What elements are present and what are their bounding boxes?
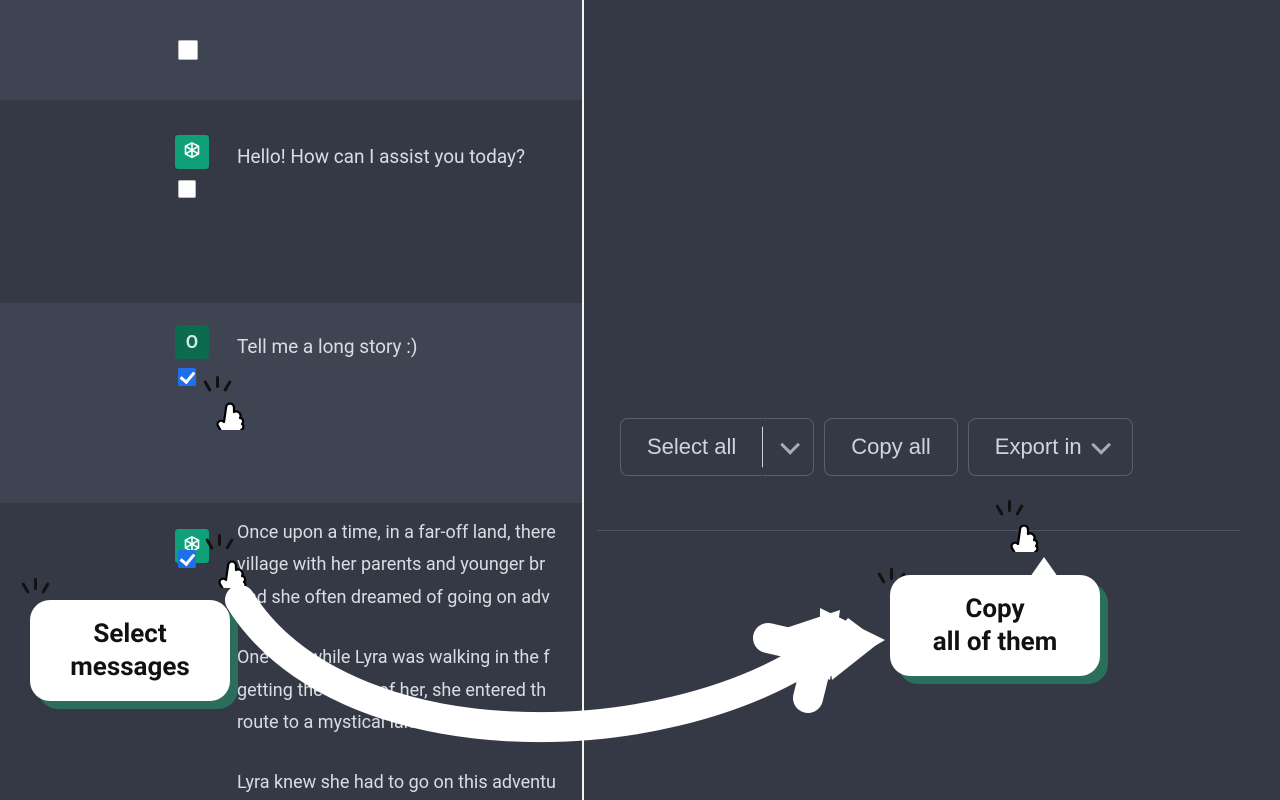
hand-click-icon xyxy=(212,390,252,430)
user-avatar-letter: O xyxy=(186,332,198,353)
message-text: Hello! How can I assist you today? xyxy=(237,140,572,174)
annotation-text: messages xyxy=(56,651,204,684)
select-all-button[interactable]: Select all xyxy=(620,418,762,476)
message-block xyxy=(0,0,582,100)
annotation-bubble-select: Select messages xyxy=(30,600,230,701)
message-paragraph: One day, while Lyra was walking in the f… xyxy=(237,642,572,739)
copy-all-label: Copy all xyxy=(851,434,930,460)
chevron-down-icon xyxy=(1091,435,1111,455)
selection-toolbar: Select all Copy all Export in xyxy=(620,418,1133,476)
select-all-label: Select all xyxy=(647,434,736,460)
panel-divider xyxy=(582,0,584,800)
annotation-text: Select xyxy=(56,618,204,651)
hand-click-icon xyxy=(1006,512,1046,552)
openai-knot-icon xyxy=(179,139,205,165)
select-all-dropdown[interactable] xyxy=(763,418,814,476)
annotation-text: Copy xyxy=(916,593,1074,626)
actions-panel xyxy=(582,0,1280,800)
export-in-label: Export in xyxy=(995,434,1082,460)
message-paragraph: Lyra knew she had to go on this adventu xyxy=(237,767,572,799)
annotation-text: all of them xyxy=(916,626,1074,659)
chevron-down-icon xyxy=(781,435,801,455)
message-select-checkbox[interactable] xyxy=(178,40,198,60)
assistant-avatar xyxy=(175,135,209,169)
message-select-checkbox[interactable] xyxy=(178,368,196,386)
hand-click-icon xyxy=(214,548,254,588)
select-all-split-button: Select all xyxy=(620,418,814,476)
message-text: Once upon a time, in a far-off land, the… xyxy=(237,517,572,800)
copy-all-button[interactable]: Copy all xyxy=(824,418,957,476)
message-block: Hello! How can I assist you today? xyxy=(0,102,582,302)
message-block: O Tell me a long story :) xyxy=(0,303,582,503)
annotation-bubble-copy: Copy all of them xyxy=(890,575,1100,676)
toolbar-divider xyxy=(597,530,1240,531)
message-select-checkbox[interactable] xyxy=(178,550,196,568)
message-text: Tell me a long story :) xyxy=(237,330,572,364)
message-paragraph: Once upon a time, in a far-off land, the… xyxy=(237,517,572,614)
user-avatar: O xyxy=(175,325,209,359)
export-in-button[interactable]: Export in xyxy=(968,418,1133,476)
message-select-checkbox[interactable] xyxy=(178,180,196,198)
